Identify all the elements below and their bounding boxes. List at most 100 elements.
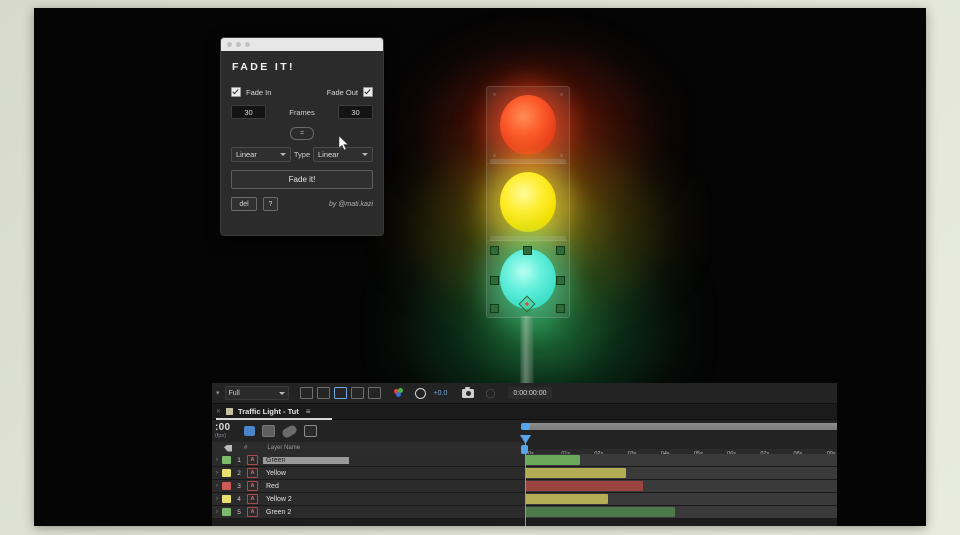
selection-handle[interactable] xyxy=(490,304,499,313)
current-timecode: :00 xyxy=(215,422,231,433)
work-area-bar[interactable] xyxy=(525,423,837,430)
screenshot-root: FADE IT! Fade In Fade Out 30 Frames 30 =… xyxy=(0,0,960,535)
region-of-interest-icon[interactable] xyxy=(299,387,313,399)
visor-divider xyxy=(490,159,566,164)
selection-handle[interactable] xyxy=(523,246,532,255)
layer-name[interactable]: Red xyxy=(263,483,282,490)
layer-duration-bar[interactable] xyxy=(525,494,608,504)
layer-track[interactable] xyxy=(525,480,837,492)
layer-index: 2 xyxy=(237,469,241,477)
layer-color-swatch[interactable] xyxy=(222,456,231,464)
composition-tab-name[interactable]: Traffic Light - Tut xyxy=(238,407,299,416)
layer-duration-bar[interactable] xyxy=(525,507,676,517)
minimize-dot-icon[interactable] xyxy=(236,42,241,47)
link-values-button[interactable]: = xyxy=(290,127,314,140)
frames-out-input[interactable]: 30 xyxy=(337,105,373,119)
twirl-icon[interactable]: › xyxy=(212,496,222,502)
fade-it-panel[interactable]: FADE IT! Fade In Fade Out 30 Frames 30 =… xyxy=(220,37,384,236)
frames-label: Frames xyxy=(289,107,315,117)
3d-view-icon[interactable] xyxy=(333,387,347,399)
timeline-panel[interactable]: ▾ Full +0.0 ◯ 0:00:00:00 ✕ Traffic Light… xyxy=(212,383,837,526)
layer-color-swatch[interactable] xyxy=(222,482,231,490)
fade-it-body: FADE IT! Fade In Fade Out 30 Frames 30 =… xyxy=(221,51,383,217)
exposure-value[interactable]: +0.0 xyxy=(434,390,448,397)
selection-handle[interactable] xyxy=(490,276,499,285)
layer-duration-bar[interactable] xyxy=(525,481,643,491)
layer-track[interactable] xyxy=(525,467,837,479)
yellow-lamp[interactable] xyxy=(500,172,556,232)
layer-track[interactable] xyxy=(525,493,837,505)
layer-track[interactable] xyxy=(525,454,837,466)
type-out-value: Linear xyxy=(317,150,339,159)
fade-toggles-row: Fade In Fade Out xyxy=(231,87,373,97)
zoom-dot-icon[interactable] xyxy=(245,42,250,47)
exposure-icon[interactable] xyxy=(414,387,426,399)
layer-name[interactable]: Green 2 xyxy=(263,509,294,516)
playhead-top-handle[interactable] xyxy=(521,423,530,430)
traffic-light-graphic[interactable] xyxy=(486,86,570,388)
fade-out-checkbox[interactable] xyxy=(363,87,373,97)
layer-duration-bar[interactable] xyxy=(525,455,580,465)
fade-in-checkbox[interactable] xyxy=(231,87,241,97)
playhead-marker[interactable] xyxy=(521,445,528,454)
fade-out-label: Fade Out xyxy=(326,87,358,97)
layer-name[interactable]: Yellow 2 xyxy=(263,496,295,503)
show-snapshot-icon[interactable]: ◯ xyxy=(485,388,495,399)
frames-in-input[interactable]: 30 xyxy=(231,105,266,119)
layer-index: 1 xyxy=(237,456,241,464)
selection-handle[interactable] xyxy=(556,304,565,313)
color-management-icon[interactable] xyxy=(393,388,404,398)
type-in-select[interactable]: Linear xyxy=(231,147,291,162)
red-cell xyxy=(487,87,569,164)
twirl-icon[interactable]: › xyxy=(212,457,222,463)
layer-track[interactable] xyxy=(525,506,837,518)
twirl-icon[interactable]: › xyxy=(212,470,222,476)
selection-handle[interactable] xyxy=(556,246,565,255)
active-tab-underline xyxy=(216,418,332,420)
graph-editor-icon[interactable] xyxy=(304,425,318,437)
transparency-grid-icon[interactable] xyxy=(316,387,330,399)
layer-color-swatch[interactable] xyxy=(222,495,231,503)
composition-mini-flowchart-icon[interactable] xyxy=(244,426,256,436)
layer-name[interactable]: Green xyxy=(263,456,349,464)
type-label: Type xyxy=(293,150,311,159)
close-icon[interactable]: ✕ xyxy=(216,408,221,415)
motion-blur-icon[interactable] xyxy=(281,423,299,439)
selection-handle[interactable] xyxy=(556,276,565,285)
fade-it-titlebar[interactable] xyxy=(221,38,383,51)
current-time-display[interactable]: :00 (fps) xyxy=(212,420,230,439)
video-frame: FADE IT! Fade In Fade Out 30 Frames 30 =… xyxy=(34,8,926,526)
draft-3d-icon[interactable] xyxy=(262,425,276,437)
title-safe-icon[interactable] xyxy=(350,387,364,399)
layer-selection-box[interactable] xyxy=(486,240,568,316)
screw-icon xyxy=(493,93,496,96)
chevron-down-icon xyxy=(278,391,285,395)
fade-out-checkbox-group[interactable]: Fade Out xyxy=(327,87,373,97)
apply-fade-button[interactable]: Fade it! xyxy=(231,170,373,189)
toolbar-expand-icon[interactable]: ▾ xyxy=(216,389,220,397)
selection-handle[interactable] xyxy=(490,246,499,255)
source-type-icon: A xyxy=(247,468,258,478)
channel-icon[interactable] xyxy=(367,387,381,399)
frames-row: 30 Frames 30 xyxy=(231,105,373,119)
layer-color-swatch[interactable] xyxy=(222,508,231,516)
layer-duration-bar[interactable] xyxy=(525,468,627,478)
layer-color-swatch[interactable] xyxy=(222,469,231,477)
layer-index: 4 xyxy=(237,495,241,503)
delete-button[interactable]: del xyxy=(231,197,257,211)
fade-in-checkbox-group[interactable]: Fade In xyxy=(231,87,271,97)
anchor-point-icon[interactable] xyxy=(518,295,536,313)
twirl-icon[interactable]: › xyxy=(212,483,222,489)
viewer-toggle-icons[interactable] xyxy=(299,387,381,399)
close-dot-icon[interactable] xyxy=(227,42,232,47)
timeline-switch-icons[interactable] xyxy=(244,423,318,439)
resolution-select[interactable]: Full xyxy=(224,386,289,400)
snapshot-icon[interactable] xyxy=(462,386,475,398)
layer-name[interactable]: Yellow xyxy=(263,470,289,477)
twirl-icon[interactable]: › xyxy=(212,509,222,515)
viewer-timecode[interactable]: 0:00:00:00 xyxy=(508,387,552,399)
panel-menu-icon[interactable]: ≡ xyxy=(306,407,311,416)
red-lamp[interactable] xyxy=(500,95,556,155)
help-button[interactable]: ? xyxy=(263,197,278,211)
viewer-toolbar[interactable]: ▾ Full +0.0 ◯ 0:00:00:00 xyxy=(212,383,837,404)
